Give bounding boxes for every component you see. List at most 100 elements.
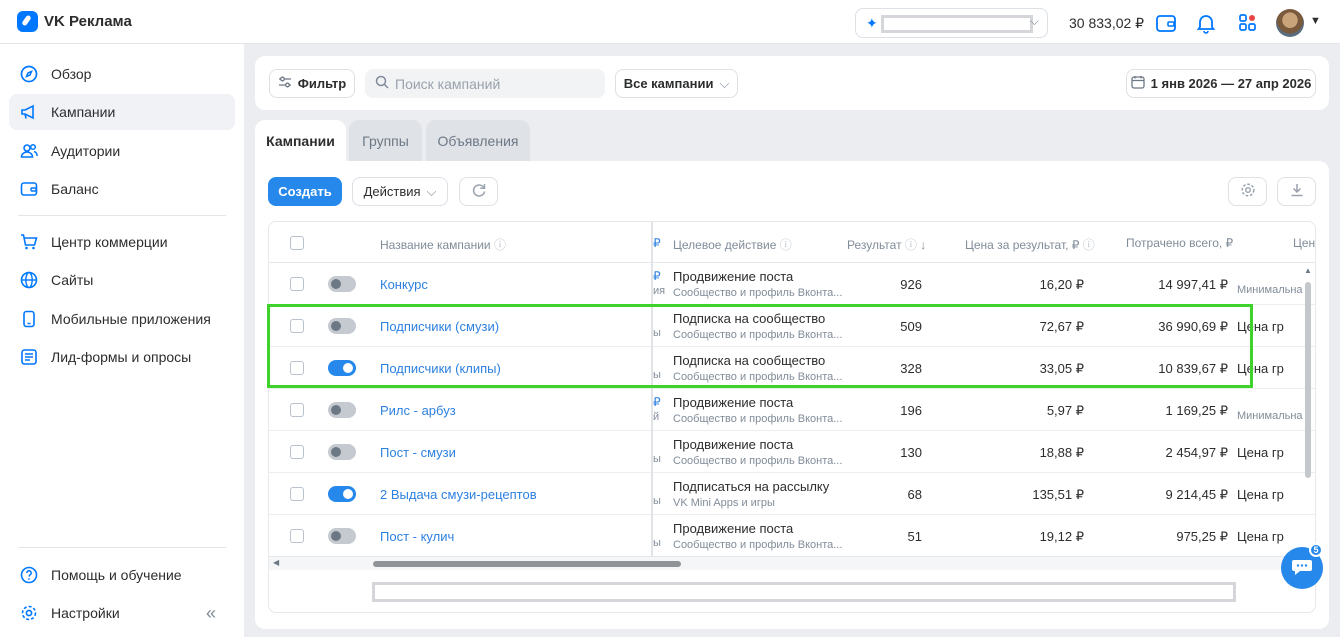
download-button[interactable] — [1277, 177, 1316, 206]
app-logo[interactable]: VK Реклама — [17, 11, 132, 32]
campaign-status-toggle[interactable] — [328, 318, 356, 334]
date-range-picker[interactable]: 1 янв 2026 — 27 апр 2026 — [1126, 69, 1316, 98]
vertical-scrollbar[interactable] — [1305, 282, 1311, 478]
truncated-last-cell: Цена гр — [1237, 361, 1284, 376]
balance-amount[interactable]: 30 833,02 ₽ — [1069, 15, 1144, 32]
campaigns-table: Название кампании ⓘ ₽ Целевое действие ⓘ… — [268, 221, 1316, 613]
campaign-name-link[interactable]: Подписчики (клипы) — [380, 361, 501, 376]
table-row[interactable]: 2 Выдача смузи-рецептов ы Подписаться на р… — [269, 473, 1315, 515]
table-row[interactable]: Подписчики (клипы) ы Подписка на сообществ… — [269, 347, 1315, 389]
account-select[interactable]: ✦ ⌵ — [855, 8, 1048, 38]
table-row[interactable]: Рилс - арбуз ₽ й Продвижение поста Сообществ… — [269, 389, 1315, 431]
truncated-cell-top: ₽ — [653, 269, 661, 283]
create-button[interactable]: Создать — [268, 177, 342, 206]
table-row[interactable]: Пост - кулич ы Продвижение поста Сообщество… — [269, 515, 1315, 557]
wallet-icon[interactable] — [1155, 12, 1177, 34]
tab-campaigns[interactable]: Кампании — [255, 120, 346, 162]
gear-icon — [19, 603, 39, 623]
campaign-status-toggle[interactable] — [328, 528, 356, 544]
table-settings-button[interactable] — [1228, 177, 1267, 206]
date-range-value: 1 янв 2026 — 27 апр 2026 — [1150, 76, 1312, 91]
row-checkbox[interactable] — [290, 529, 304, 543]
actions-dropdown[interactable]: Действия ⌵ — [352, 177, 448, 206]
horizontal-scrollbar[interactable]: ◀ — [269, 556, 1315, 570]
campaign-name-link[interactable]: Рилс - арбуз — [380, 403, 456, 418]
sidebar-item-lead-forms[interactable]: Лид-формы и опросы — [9, 339, 235, 375]
truncated-cell-bottom: ы — [653, 453, 661, 465]
table-row[interactable]: Подписчики (смузи) ы Подписка на сообществ… — [269, 305, 1315, 347]
column-header-name[interactable]: Название кампании ⓘ — [380, 236, 506, 253]
table-row[interactable]: Конкурс ₽ ия Продвижение поста Сообщество и … — [269, 263, 1315, 305]
sidebar-item-audiences[interactable]: Аудитории — [9, 133, 235, 169]
campaign-status-toggle[interactable] — [328, 276, 356, 292]
column-header-truncated[interactable]: Цен — [1293, 236, 1315, 250]
campaign-search[interactable] — [365, 69, 605, 98]
row-checkbox[interactable] — [290, 487, 304, 501]
apps-grid-icon[interactable] — [1237, 12, 1259, 34]
campaign-status-toggle[interactable] — [328, 444, 356, 460]
truncated-last-cell: Цена гр — [1237, 487, 1284, 502]
app-title: VK Реклама — [44, 13, 132, 30]
campaign-status-toggle[interactable] — [328, 486, 356, 502]
row-checkbox[interactable] — [290, 277, 304, 291]
tab-groups[interactable]: Группы — [349, 120, 422, 162]
globe-icon — [19, 270, 39, 290]
sidebar-item-settings[interactable]: Настройки — [9, 595, 235, 631]
spent-value: 14 997,41 ₽ — [1158, 277, 1228, 292]
row-checkbox[interactable] — [290, 319, 304, 333]
row-checkbox[interactable] — [290, 445, 304, 459]
campaign-name-link[interactable]: Конкурс — [380, 277, 428, 292]
campaign-name-link[interactable]: Пост - кулич — [380, 529, 454, 544]
filter-panel: Фильтр Все кампании ⌵ 1 янв 2026 — 27 ап… — [255, 56, 1329, 110]
row-checkbox[interactable] — [290, 403, 304, 417]
campaign-name-link[interactable]: Подписчики (смузи) — [380, 319, 499, 334]
tab-ads[interactable]: Объявления — [426, 120, 530, 162]
horizontal-scroll-thumb[interactable] — [373, 561, 681, 567]
sidebar-item-mobile-apps[interactable]: Мобильные приложения — [9, 301, 235, 337]
chevron-down-icon[interactable]: ▼ — [1310, 15, 1321, 27]
campaign-name-link[interactable]: 2 Выдача смузи-рецептов — [380, 487, 537, 502]
collapse-sidebar-icon[interactable]: « — [206, 603, 216, 624]
campaign-status-toggle[interactable] — [328, 360, 356, 376]
sidebar-item-balance[interactable]: Баланс — [9, 171, 235, 207]
cost-per-result-value: 5,97 ₽ — [1046, 403, 1084, 418]
sort-down-icon: ↓ — [920, 238, 927, 252]
filter-button[interactable]: Фильтр — [269, 69, 355, 98]
sidebar-item-label: Центр коммерции — [51, 234, 168, 250]
row-checkbox[interactable] — [290, 361, 304, 375]
sidebar-item-overview[interactable]: Обзор — [9, 56, 235, 92]
refresh-button[interactable] — [459, 177, 498, 206]
campaign-status-toggle[interactable] — [328, 402, 356, 418]
sidebar-item-sites[interactable]: Сайты — [9, 262, 235, 298]
chevron-down-icon: ⌵ — [719, 75, 730, 91]
table-row[interactable]: Пост - смузи ы Продвижение поста Сообщество… — [269, 431, 1315, 473]
sidebar-item-label: Баланс — [51, 181, 99, 197]
target-action: Подписка на сообщество — [673, 353, 826, 368]
scroll-left-arrow-icon[interactable]: ◀ — [273, 558, 279, 567]
compass-icon — [19, 64, 39, 84]
campaigns-select[interactable]: Все кампании ⌵ — [615, 69, 738, 98]
truncated-cell-bottom: ы — [653, 369, 661, 381]
search-input[interactable] — [395, 75, 595, 92]
megaphone-icon — [19, 102, 39, 122]
target-action: Продвижение поста — [673, 269, 794, 284]
column-header-target[interactable]: Целевое действие ⓘ — [673, 236, 792, 253]
user-avatar[interactable] — [1276, 9, 1304, 37]
sidebar-item-commerce[interactable]: Центр коммерции — [9, 224, 235, 260]
target-action-platform: VK Mini Apps и игры — [673, 497, 775, 509]
scroll-up-arrow-icon[interactable]: ▲ — [1304, 266, 1312, 275]
campaign-name-link[interactable]: Пост - смузи — [380, 445, 456, 460]
column-header-cost-per-result[interactable]: Цена за результат, ₽ ⓘ — [965, 236, 1095, 253]
select-all-checkbox[interactable] — [290, 236, 304, 250]
truncated-last-cell: Цена гр — [1237, 445, 1284, 460]
sliders-icon — [278, 76, 292, 91]
column-header-spent[interactable]: Потрачено всего, ₽ — [1126, 236, 1233, 250]
cost-per-result-value: 19,12 ₽ — [1039, 529, 1084, 544]
filter-label: Фильтр — [297, 76, 347, 91]
sidebar-item-campaigns[interactable]: Кампании — [9, 94, 235, 130]
bell-icon[interactable] — [1195, 12, 1217, 34]
sidebar-item-label: Аудитории — [51, 143, 121, 159]
column-header-result[interactable]: Результат ⓘ ↓ — [847, 236, 926, 253]
sidebar-item-help[interactable]: Помощь и обучение — [9, 557, 235, 593]
truncated-cell-bottom: ы — [653, 327, 661, 339]
